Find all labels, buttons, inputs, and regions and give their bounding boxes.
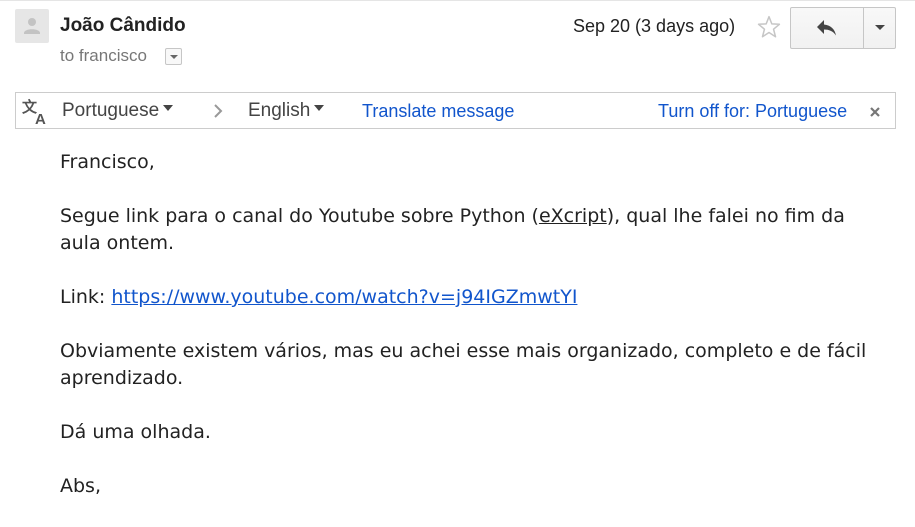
- paragraph-link: Link: https://www.youtube.com/watch?v=j9…: [60, 284, 880, 311]
- message-body: Francisco, Segue link para o canal do Yo…: [60, 149, 880, 527]
- signoff: Abs,: [60, 475, 101, 497]
- translate-message-link[interactable]: Translate message: [362, 101, 514, 122]
- chevron-right-icon: [214, 104, 223, 118]
- person-icon: [24, 18, 40, 34]
- target-language-label: English: [248, 100, 311, 121]
- star-icon[interactable]: [756, 14, 782, 40]
- recipient-line: to francisco: [60, 46, 147, 65]
- paragraph-text: Segue link para o canal do Youtube sobre…: [60, 205, 539, 227]
- reply-icon: [817, 20, 836, 36]
- recipient-details-dropdown[interactable]: [165, 48, 182, 65]
- source-language-select[interactable]: Portuguese: [62, 100, 174, 122]
- paragraph-opinion: Obviamente existem vários, mas eu achei …: [60, 340, 867, 389]
- link-label: Link:: [60, 286, 112, 308]
- paragraph-channel: Segue link para o canal do Youtube sobre…: [60, 203, 880, 257]
- translate-icon: 文 A: [21, 96, 51, 128]
- sender-name[interactable]: João Cândido: [60, 15, 186, 37]
- excript-link[interactable]: eXcript: [539, 205, 607, 227]
- svg-text:A: A: [35, 111, 46, 126]
- caret-down-icon: [163, 104, 174, 111]
- paragraph-look: Dá uma olhada.: [60, 421, 211, 443]
- caret-down-icon: [314, 104, 325, 111]
- greeting: Francisco,: [60, 151, 155, 173]
- target-language-select[interactable]: English: [248, 100, 325, 122]
- close-icon[interactable]: [868, 105, 882, 119]
- source-language-label: Portuguese: [62, 100, 160, 121]
- reply-button[interactable]: [791, 8, 863, 48]
- youtube-link[interactable]: https://www.youtube.com/watch?v=j94IGZmw…: [111, 286, 577, 308]
- reply-button-group: [790, 7, 896, 49]
- translate-bar: 文 A Portuguese English Translate message…: [15, 92, 896, 129]
- message-date: Sep 20 (3 days ago): [573, 16, 736, 36]
- top-divider: [0, 0, 915, 1]
- avatar[interactable]: [15, 9, 49, 43]
- turn-off-translation-link[interactable]: Turn off for: Portuguese: [658, 101, 847, 122]
- more-options-button[interactable]: [863, 8, 896, 48]
